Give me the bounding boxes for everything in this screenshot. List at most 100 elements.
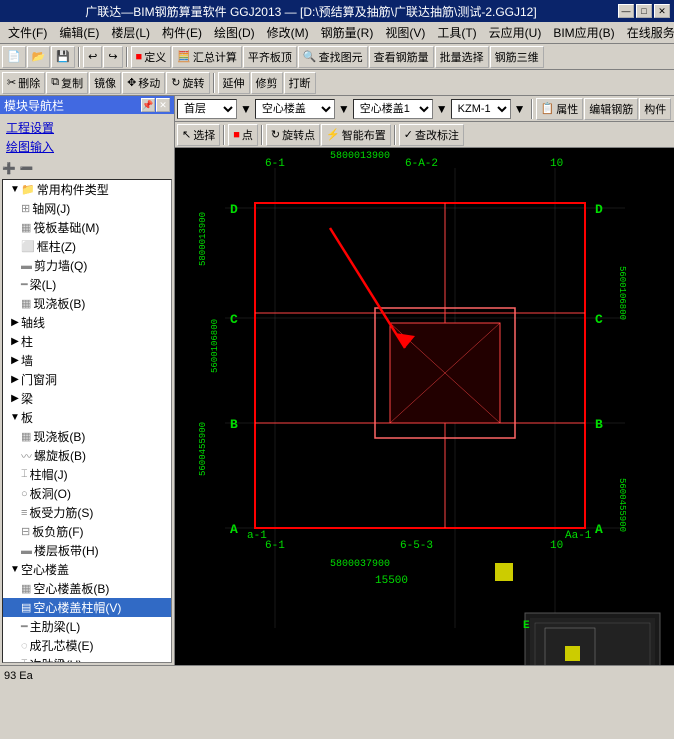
undo-button[interactable]: ↩ — [83, 46, 102, 68]
calc-button[interactable]: 🧮 汇总计算 — [172, 46, 242, 68]
type-select[interactable]: 空心楼盖 — [255, 99, 335, 119]
tree-item-beam2[interactable]: ▶ 梁 — [3, 389, 171, 408]
tree-item-beam[interactable]: ━ 梁(L) — [3, 275, 171, 294]
tree-item-axis[interactable]: ▶ 轴线 — [3, 313, 171, 332]
tree-item-raft[interactable]: ▦ 筏板基础(M) — [3, 218, 171, 237]
properties-button[interactable]: 📋 属性 — [536, 98, 584, 120]
menu-component[interactable]: 构件(E) — [156, 22, 208, 43]
rotatepoint-button[interactable]: ↻ 旋转点 — [266, 124, 320, 146]
tree-item-doorwindow[interactable]: ▶ 门窗洞 — [3, 370, 171, 389]
component-button[interactable]: 构件 — [639, 98, 671, 120]
menu-edit[interactable]: 编辑(E) — [53, 22, 105, 43]
view-rebar-button[interactable]: 查看钢筋量 — [369, 46, 434, 68]
drawing-link[interactable]: 绘图输入 — [4, 137, 170, 156]
tree-item-hollow-col[interactable]: ▤ 空心楼盖柱帽(V) — [3, 598, 171, 617]
menu-modify[interactable]: 修改(M) — [261, 22, 315, 43]
minimize-button[interactable]: — — [618, 4, 634, 18]
point-button[interactable]: ■ 点 — [228, 124, 258, 146]
extend-button[interactable]: 延伸 — [218, 72, 250, 94]
panel-header-buttons: 📌 ✕ — [141, 98, 170, 112]
tree-item-castplate[interactable]: ▦ 现浇板(B) — [3, 427, 171, 446]
menu-floor[interactable]: 楼层(L) — [105, 22, 156, 43]
tree-toggle-doorwindow[interactable]: ▶ — [9, 374, 21, 385]
define-button[interactable]: ■ 定义 — [131, 46, 172, 68]
menu-tools[interactable]: 工具(T) — [431, 22, 482, 43]
tree-item-mainrib[interactable]: ━ 主肋梁(L) — [3, 617, 171, 636]
move-button[interactable]: ✥ 移动 — [122, 72, 165, 94]
flat-top-button[interactable]: 平齐板顶 — [243, 46, 297, 68]
rotate-button[interactable]: ↻ 旋转 — [166, 72, 209, 94]
menu-online[interactable]: 在线服务▶ — [621, 22, 674, 43]
slabstress-icon: ≡ — [21, 507, 27, 519]
menu-cloud[interactable]: 云应用(U) — [483, 22, 548, 43]
tree-toggle-slab[interactable]: ▼ — [9, 412, 21, 423]
mirror-button[interactable]: 镜像 — [89, 72, 121, 94]
tree-item-slab[interactable]: ▦ 现浇板(B) — [3, 294, 171, 313]
tree-label-slabhole: 板洞(O) — [30, 485, 71, 502]
tree-toggle-wall[interactable]: ▶ — [9, 355, 21, 366]
menu-rebar[interactable]: 钢筋量(R) — [315, 22, 380, 43]
tree-label-hollow-panel: 空心楼盖板(B) — [33, 580, 109, 597]
floor-select[interactable]: 首层 — [177, 99, 237, 119]
tree-item-subrib[interactable]: ⌶ 次肋梁(U) — [3, 655, 171, 663]
break-button[interactable]: 打断 — [284, 72, 316, 94]
tree-item-framecol[interactable]: ⬜ 框柱(Z) — [3, 237, 171, 256]
save-button[interactable]: 💾 — [51, 46, 75, 68]
find-element-button[interactable]: 🔍 查找图元 — [298, 46, 368, 68]
tree-item-core[interactable]: ◌ 成孔芯模(E) — [3, 636, 171, 655]
trim-button[interactable]: 修剪 — [251, 72, 283, 94]
tree-item-wall[interactable]: ▶ 墙 — [3, 351, 171, 370]
axis-select[interactable]: KZM-1 — [451, 99, 511, 119]
smartplace-button[interactable]: ⚡ 智能布置 — [321, 124, 391, 146]
tree-item-slabhole[interactable]: ○ 板洞(O) — [3, 484, 171, 503]
rebar-3d-button[interactable]: 钢筋三维 — [490, 46, 544, 68]
point-icon: ■ — [233, 129, 240, 141]
tree-toggle-axis[interactable]: ▶ — [9, 317, 21, 328]
tree-item-spiral[interactable]: 〰 螺旋板(B) — [3, 446, 171, 465]
settings-link[interactable]: 工程设置 — [4, 118, 170, 137]
tree-item-hollow-panel[interactable]: ▦ 空心楼盖板(B) — [3, 579, 171, 598]
tree-toggle-common[interactable]: ▼ — [9, 184, 21, 195]
tree-label-subrib: 次肋梁(U) — [30, 656, 83, 663]
maximize-button[interactable]: □ — [636, 4, 652, 18]
tree-item-slabrebar[interactable]: ⊟ 板负筋(F) — [3, 522, 171, 541]
open-button[interactable]: 📂 — [27, 46, 51, 68]
tree-minus-icon[interactable]: ➖ — [20, 162, 34, 175]
svg-text:6-1: 6-1 — [265, 158, 285, 170]
toolbar-main: 📄 📂 💾 ↩ ↪ ■ 定义 🧮 汇总计算 平齐板顶 🔍 查找图元 查看钢筋量 … — [0, 44, 674, 70]
redo-button[interactable]: ↪ — [103, 46, 122, 68]
menu-file[interactable]: 文件(F) — [2, 22, 53, 43]
menu-draw[interactable]: 绘图(D) — [208, 22, 261, 43]
select-button[interactable]: ↖ 选择 — [177, 124, 220, 146]
nav-tree[interactable]: ▼ 📁 常用构件类型 ⊞ 轴网(J) ▦ 筏板基础(M) ⬜ 框柱(Z) — [2, 179, 172, 663]
tree-item-hollowslab[interactable]: ▼ 空心楼盖 — [3, 560, 171, 579]
drawing-area[interactable]: 6-1 6-A-2 10 6-1 6-5-3 10 D C B A D C B … — [175, 148, 674, 665]
tree-toggle-beam2[interactable]: ▶ — [9, 393, 21, 404]
tree-toggle-column[interactable]: ▶ — [9, 336, 21, 347]
delete-icon: ✂ — [7, 76, 16, 89]
menu-view[interactable]: 视图(V) — [379, 22, 431, 43]
panel-pin-button[interactable]: 📌 — [141, 98, 155, 112]
batch-select-button[interactable]: 批量选择 — [435, 46, 489, 68]
tree-item-slabband[interactable]: ▬ 楼层板带(H) — [3, 541, 171, 560]
close-button[interactable]: ✕ — [654, 4, 670, 18]
new-button[interactable]: 📄 — [2, 46, 26, 68]
tree-add-icon[interactable]: ➕ — [2, 162, 16, 175]
panel-close-button[interactable]: ✕ — [156, 98, 170, 112]
tree-item-slabstress[interactable]: ≡ 板受力筋(S) — [3, 503, 171, 522]
component-select[interactable]: 空心楼盖1 — [353, 99, 433, 119]
tree-item-shearwall[interactable]: ▬ 剪力墙(Q) — [3, 256, 171, 275]
tree-item-common[interactable]: ▼ 📁 常用构件类型 — [3, 180, 171, 199]
delete-button[interactable]: ✂ 删除 — [2, 72, 45, 94]
tree-item-pillarcap[interactable]: ⌶ 柱帽(J) — [3, 465, 171, 484]
tree-toggle-hollow[interactable]: ▼ — [9, 564, 21, 575]
check-annotation-button[interactable]: ✓ 查改标注 — [399, 124, 464, 146]
edit-rebar-button[interactable]: 编辑钢筋 — [584, 98, 638, 120]
tree-item-axisgrid[interactable]: ⊞ 轴网(J) — [3, 199, 171, 218]
tree-item-slab-group[interactable]: ▼ 板 — [3, 408, 171, 427]
tree-item-column[interactable]: ▶ 柱 — [3, 332, 171, 351]
slabrebar-icon: ⊟ — [21, 525, 30, 538]
copy-button[interactable]: ⧉ 复制 — [46, 72, 88, 94]
menu-bim[interactable]: BIM应用(B) — [547, 22, 620, 43]
find-icon: 🔍 — [303, 50, 317, 63]
